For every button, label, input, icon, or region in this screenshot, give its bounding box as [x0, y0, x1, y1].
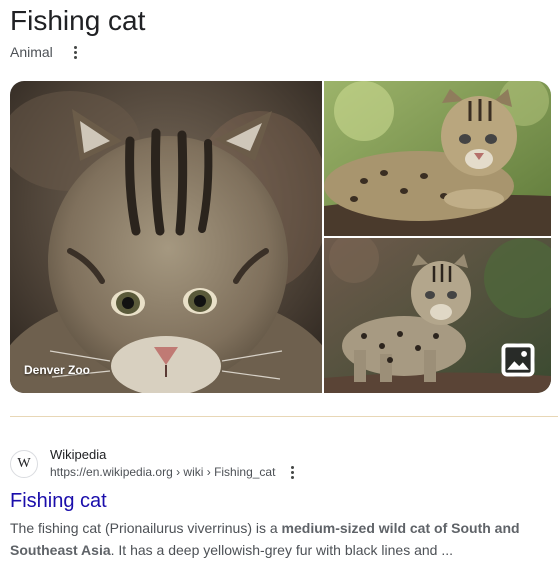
fishing-cat-lying-on-log-image	[324, 81, 551, 236]
gallery-image-main[interactable]: Denver Zoo	[10, 81, 322, 393]
fishing-cat-portrait-image	[10, 81, 322, 393]
result-more-options-icon[interactable]	[285, 463, 299, 481]
site-name: Wikipedia	[50, 447, 107, 462]
result-snippet: The fishing cat (Prionailurus viverrinus…	[10, 517, 550, 561]
image-caption: Denver Zoo	[24, 363, 91, 377]
entity-subtitle-row: Animal	[10, 43, 83, 61]
entity-type-label: Animal	[10, 44, 53, 60]
gallery-image-top-right[interactable]	[324, 81, 551, 236]
section-divider	[10, 416, 558, 417]
result-title-link[interactable]: Fishing cat	[10, 488, 107, 514]
entity-title: Fishing cat	[10, 5, 146, 36]
more-options-icon[interactable]	[69, 43, 83, 61]
result-source[interactable]: W Wikipedia https://en.wikipedia.org › w…	[10, 447, 299, 481]
result-url: https://en.wikipedia.org › wiki › Fishin…	[50, 465, 276, 479]
url-row: https://en.wikipedia.org › wiki › Fishin…	[50, 463, 299, 481]
wikipedia-favicon-icon: W	[10, 450, 38, 478]
snippet-text-2: . It has a deep yellowish-grey fur with …	[110, 542, 454, 558]
gallery-image-bottom-right[interactable]	[324, 238, 551, 393]
image-gallery: Denver Zoo	[10, 81, 551, 393]
snippet-text-1: The fishing cat (Prionailurus viverrinus…	[10, 520, 282, 536]
source-text: Wikipedia https://en.wikipedia.org › wik…	[50, 447, 299, 481]
image-icon[interactable]	[501, 343, 535, 377]
